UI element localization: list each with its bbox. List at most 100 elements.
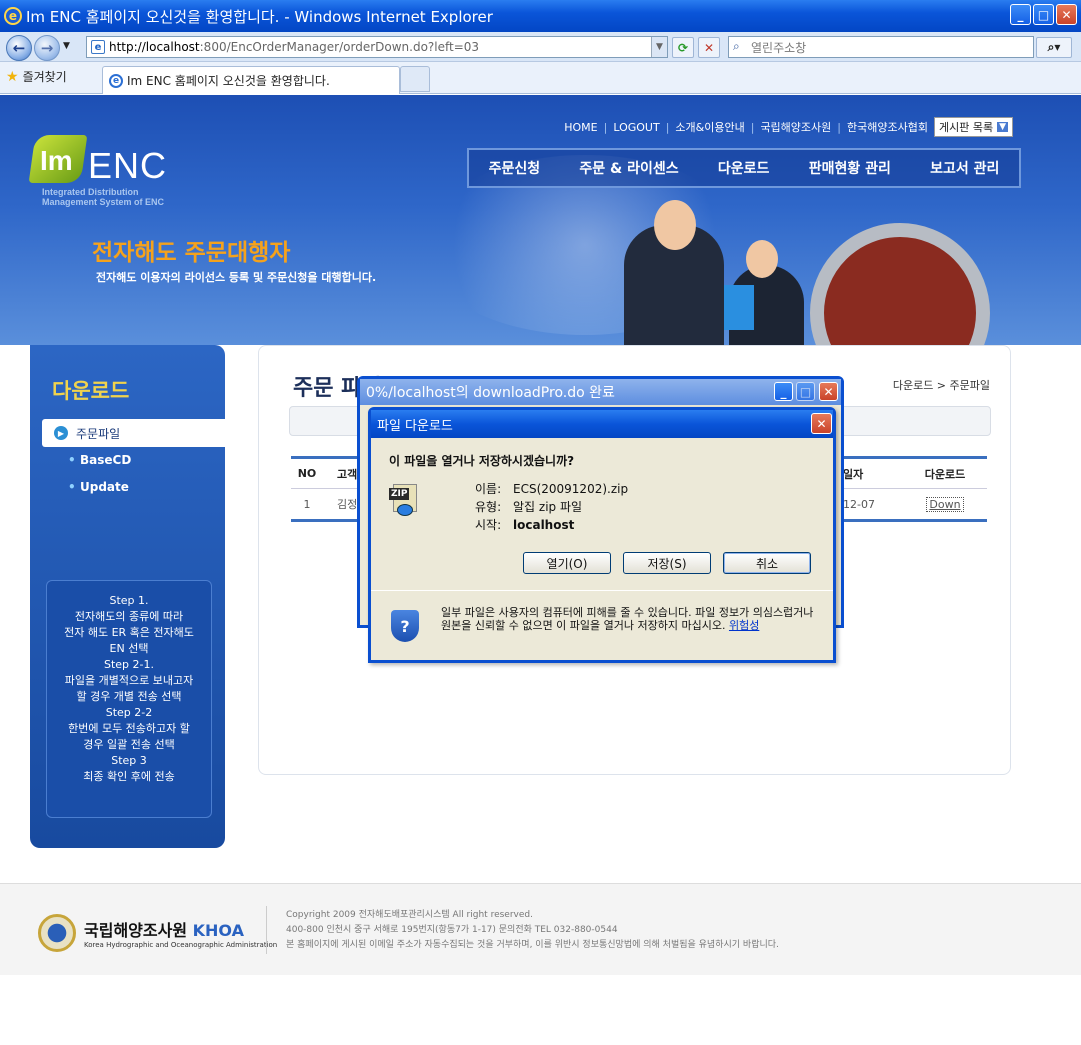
refresh-icon[interactable]: ⟳ <box>672 37 694 58</box>
type-label: 유형: <box>475 500 502 514</box>
maximize-button[interactable]: □ <box>796 382 815 401</box>
ship-wheel-image <box>800 203 1005 345</box>
org-name-en: Korea Hydrographic and Oceanographic Adm… <box>84 941 278 949</box>
address-row: ← → ▼ e http://localhost:800/EncOrderMan… <box>0 32 1081 62</box>
step-line: 최종 확인 후에 전송 <box>83 770 175 783</box>
nav-order-license[interactable]: 주문 & 라이센스 <box>579 158 678 178</box>
step-line: Step 2-1. <box>103 658 154 671</box>
file-name: ECS(20091202).zip <box>513 482 629 496</box>
chevron-down-icon: ▼ <box>997 122 1008 132</box>
tab-ie-icon: e <box>109 73 123 88</box>
minimize-button[interactable]: _ <box>774 382 793 401</box>
top-link-logout[interactable]: LOGOUT <box>613 121 659 134</box>
progress-dialog-titlebar: 0%/localhost의 downloadPro.do 완료 <box>360 379 841 405</box>
browser-tab-active[interactable]: e Im ENC 홈페이지 오신것을 환영합니다. <box>102 66 400 94</box>
board-select[interactable]: 게시판 목록 ▼ <box>933 117 1013 137</box>
save-button[interactable]: 저장(S) <box>623 552 711 574</box>
org-name: 국립해양조사원 KHOA <box>84 917 277 941</box>
sidebar-item-update[interactable]: Update <box>68 480 129 494</box>
logo-sub-1: Integrated Distribution <box>42 187 139 197</box>
col-no: NO <box>297 467 317 480</box>
top-links: HOME | LOGOUT | 소개&이용안내 | 국립해양조사원 | 한국해양조사협회… <box>564 117 1013 137</box>
step-line: 전자해도의 종류에 따라 <box>74 610 184 623</box>
org-abbr: KHOA <box>192 921 244 940</box>
hero-subtitle: 전자해도 이용자의 라이선스 등록 및 주문신청을 대행합니다. <box>96 271 377 284</box>
forward-arrow-icon[interactable]: → <box>34 35 60 61</box>
sidebar-item-basecd[interactable]: BaseCD <box>68 453 131 467</box>
close-icon[interactable]: ✕ <box>811 413 832 434</box>
new-tab-button[interactable] <box>400 66 430 92</box>
maximize-button[interactable]: □ <box>1033 4 1054 25</box>
search-icon: ⌕ <box>733 39 740 53</box>
risk-link[interactable]: 위험성 <box>729 619 759 632</box>
col-date: 일자 <box>843 467 864 481</box>
separator: | <box>603 120 608 134</box>
hero-title: 전자해도 주문대행자 <box>92 240 291 266</box>
khoa-seal-icon <box>38 914 76 952</box>
nav-sales[interactable]: 판매현황 관리 <box>809 158 891 178</box>
window-title: Im ENC 홈페이지 오신것을 환영합니다. - Windows Intern… <box>26 7 493 26</box>
close-icon[interactable]: ✕ <box>819 382 838 401</box>
arrow-circle-icon: ▶ <box>54 426 68 440</box>
address-path: :800/EncOrderManager/orderDown.do?left=0… <box>199 40 480 54</box>
site-header: Im ENC Integrated Distribution Management… <box>0 95 1081 345</box>
dialog-title: 파일 다운로드 <box>377 418 453 434</box>
cell-date: 12-07 <box>843 497 875 511</box>
progress-dialog-title: 0%/localhost의 downloadPro.do 완료 <box>366 385 615 401</box>
step-line: 파일을 개별적으로 보내고자 <box>64 674 194 687</box>
step-line: 전자 해도 ER 혹은 전자해도 <box>64 626 194 639</box>
search-go-button[interactable]: ⌕▾ <box>1036 37 1072 58</box>
shield-icon: ? <box>391 610 419 642</box>
dialog-titlebar: 파일 다운로드 <box>371 410 833 438</box>
dialog-divider <box>371 590 833 591</box>
step-line: EN 선택 <box>109 642 149 655</box>
file-source: localhost <box>513 518 575 532</box>
hero-people-image <box>614 195 814 345</box>
file-download-dialog: 파일 다운로드 ✕ 이 파일을 열거나 저장하시겠습니까? ZIP 이름: ECS… <box>368 407 836 663</box>
favorites-button[interactable]: ★ 즐겨찾기 <box>6 68 67 85</box>
cell-no: 1 <box>303 497 311 511</box>
dialog-question: 이 파일을 열거나 저장하시겠습니까? <box>389 454 575 468</box>
tab-title: Im ENC 홈페이지 오신것을 환영합니다. <box>127 74 330 88</box>
nav-reports[interactable]: 보고서 관리 <box>930 158 999 178</box>
board-select-value: 게시판 목록 <box>938 121 994 134</box>
folder-graphic <box>724 285 754 330</box>
nav-download[interactable]: 다운로드 <box>718 158 770 178</box>
top-link-khoa[interactable]: 국립해양조사원 <box>760 119 831 135</box>
ie-icon: e <box>4 7 22 25</box>
open-button[interactable]: 열기(O) <box>523 552 611 574</box>
file-type: 알집 zip 파일 <box>513 500 583 514</box>
site-footer: 국립해양조사원 KHOA Korea Hydrographic and Ocea… <box>0 883 1081 975</box>
khoa-logo[interactable]: 국립해양조사원 KHOA Korea Hydrographic and Ocea… <box>38 914 277 952</box>
sidebar-item-label: 주문파일 <box>76 426 121 441</box>
step-line: Step 3 <box>111 754 147 767</box>
separator: | <box>837 120 841 134</box>
down-link[interactable]: Down <box>926 496 964 512</box>
cancel-button[interactable]: 취소 <box>723 552 811 574</box>
logo-enc: ENC <box>88 145 168 186</box>
close-window-button[interactable]: ✕ <box>1056 4 1077 25</box>
file-source-row: 시작: localhost <box>475 516 574 533</box>
search-input[interactable]: ⌕ 열린주소창 <box>728 36 1034 58</box>
separator: | <box>750 120 755 134</box>
file-type-row: 유형: 알집 zip 파일 <box>475 498 582 515</box>
stop-icon[interactable]: ✕ <box>698 37 720 58</box>
top-link-home[interactable]: HOME <box>564 121 597 134</box>
address-dropdown-icon[interactable]: ▼ <box>651 37 667 57</box>
top-link-association[interactable]: 한국해양조사협회 <box>847 119 928 135</box>
name-label: 이름: <box>475 482 502 496</box>
nav-order[interactable]: 주문신청 <box>489 158 541 178</box>
window-titlebar: e Im ENC 홈페이지 오신것을 환영합니다. - Windows Inte… <box>0 0 1081 32</box>
breadcrumb: 다운로드 > 주문파일 <box>892 379 990 392</box>
top-link-intro[interactable]: 소개&이용안내 <box>675 119 744 135</box>
back-arrow-icon[interactable]: ← <box>6 35 32 61</box>
history-dropdown-icon[interactable]: ▼ <box>63 41 70 51</box>
address: 400-800 인천시 중구 서해로 195번지(항동7가 1-17) 문의전화… <box>286 925 618 935</box>
security-warning: 일부 파일은 사용자의 컴퓨터에 피해를 줄 수 있습니다. 파일 정보가 의심… <box>441 606 821 632</box>
address-bar[interactable]: e http://localhost:800/EncOrderManager/o… <box>86 36 668 58</box>
sidebar-item-order-file[interactable]: ▶ 주문파일 <box>42 419 240 447</box>
logo-subtitle: Integrated Distribution Management System… <box>42 187 242 207</box>
search-placeholder: 열린주소창 <box>751 40 807 55</box>
footer-text: Copyright 2009 전자해도배포관리시스템 All right res… <box>286 908 779 953</box>
minimize-button[interactable]: _ <box>1010 4 1031 25</box>
